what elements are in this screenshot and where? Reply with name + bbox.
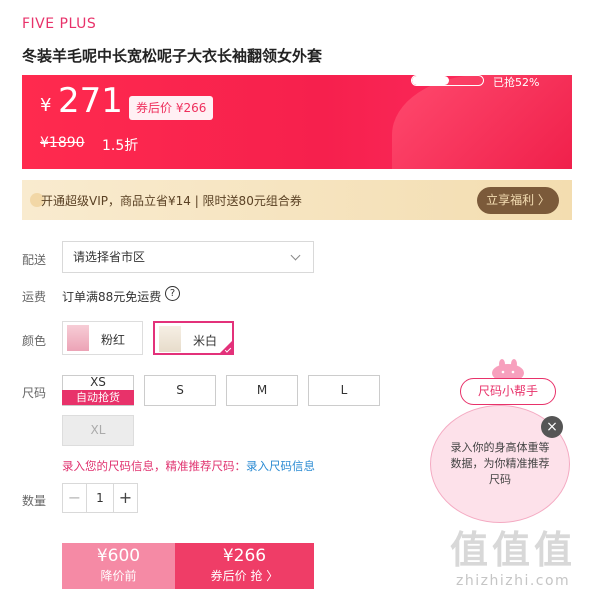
buy-now-label: 券后价 抢 〉 — [210, 569, 279, 583]
quantity-label: 数量 — [22, 494, 47, 508]
event-area — [392, 75, 572, 169]
size-xs-label: XS — [90, 375, 106, 389]
color-option-beige[interactable]: 米白 — [153, 321, 234, 355]
discount-rate: 1.5折 — [102, 138, 139, 154]
sold-progress-fill — [412, 76, 449, 85]
sold-progress-bar — [411, 75, 484, 86]
size-helper-title[interactable]: 尺码小帮手 — [460, 378, 556, 405]
size-option-xl: XL — [62, 415, 134, 446]
vip-benefit-button[interactable]: 立享福利 〉 — [477, 187, 559, 214]
color-label: 颜色 — [22, 334, 47, 348]
color-option-label: 粉红 — [101, 333, 126, 347]
product-title: 冬装羊毛呢中长宽松呢子大衣长袖翻领女外套 — [22, 47, 323, 65]
size-label: 尺码 — [22, 386, 47, 400]
countdown-hours-unit: 小时 — [470, 47, 493, 60]
delivery-label: 配送 — [22, 253, 47, 267]
coupon-price-tag: 券后价 ¥266 — [129, 96, 214, 120]
size-option-m[interactable]: M — [226, 375, 298, 406]
price-area: ¥ 271 券后价 ¥266 ¥1890 1.5折 — [22, 75, 372, 169]
size-hint-text: 录入您的尺码信息，精准推荐尺码： — [62, 459, 246, 473]
pre-drop-price: ¥600 — [96, 546, 141, 566]
size-helper-text: 录入你的身高体重等数据，为你精准推荐尺码 — [450, 441, 550, 486]
beige-coat-thumbnail — [159, 326, 181, 352]
watermark-cn: 值值值 — [450, 528, 577, 572]
current-price: 271 — [58, 81, 123, 121]
close-icon[interactable]: × — [541, 416, 563, 438]
sold-progress-label: 已抢52% — [493, 76, 540, 89]
quantity-input[interactable]: 1 — [87, 484, 113, 512]
buy-now-button[interactable]: ¥266 券后价 抢 〉 — [175, 543, 314, 589]
brand-name: FIVE PLUS — [22, 16, 97, 32]
pre-drop-label: 降价前 — [100, 569, 137, 583]
countdown-days: 6 — [426, 47, 433, 60]
increase-button[interactable]: + — [113, 484, 137, 512]
vip-banner: 开通超级VIP，商品立省¥14 | 限时送80元组合券 立享福利 〉 — [22, 180, 572, 220]
coupon-price: ¥266 — [222, 546, 267, 566]
quantity-stepper: − 1 + — [62, 483, 138, 513]
vip-text: 开通超级VIP，商品立省¥14 | 限时送80元组合券 — [41, 194, 302, 208]
size-option-s[interactable]: S — [144, 375, 216, 406]
countdown-suffix: 后结束 — [499, 47, 532, 60]
countdown-days-unit: 天 — [436, 47, 447, 60]
original-price: ¥1890 — [40, 135, 85, 151]
shipping-label: 运费 — [22, 290, 47, 304]
help-icon[interactable]: ? — [165, 286, 180, 301]
shipping-text: 订单满88元免运费 — [62, 290, 162, 304]
watermark-en: zhizhizhi.com — [456, 573, 571, 589]
countdown-hours: 22 — [453, 47, 468, 60]
price-panel: ¥ 271 券后价 ¥266 ¥1890 1.5折 — [22, 75, 572, 169]
color-option-label: 米白 — [193, 334, 218, 348]
pink-coat-thumbnail — [67, 325, 89, 351]
decrease-button[interactable]: − — [63, 484, 87, 512]
size-option-l[interactable]: L — [308, 375, 380, 406]
currency-symbol: ¥ — [40, 95, 52, 116]
chevron-down-icon — [290, 250, 301, 261]
size-hint: 录入您的尺码信息，精准推荐尺码：录入尺码信息 — [62, 458, 315, 474]
region-select[interactable]: 请选择省市区 — [62, 241, 314, 273]
size-entry-link[interactable]: 录入尺码信息 — [246, 459, 315, 473]
pre-drop-price-button[interactable]: ¥600 降价前 — [62, 543, 175, 589]
color-option-pink[interactable]: 粉红 — [62, 321, 143, 355]
countdown: 6天 22 小时 后结束 — [426, 45, 535, 61]
auto-grab-badge: 自动抢货 — [62, 390, 134, 405]
region-select-value: 请选择省市区 — [73, 250, 146, 264]
event-title: 11·11不用等 — [443, 13, 554, 34]
